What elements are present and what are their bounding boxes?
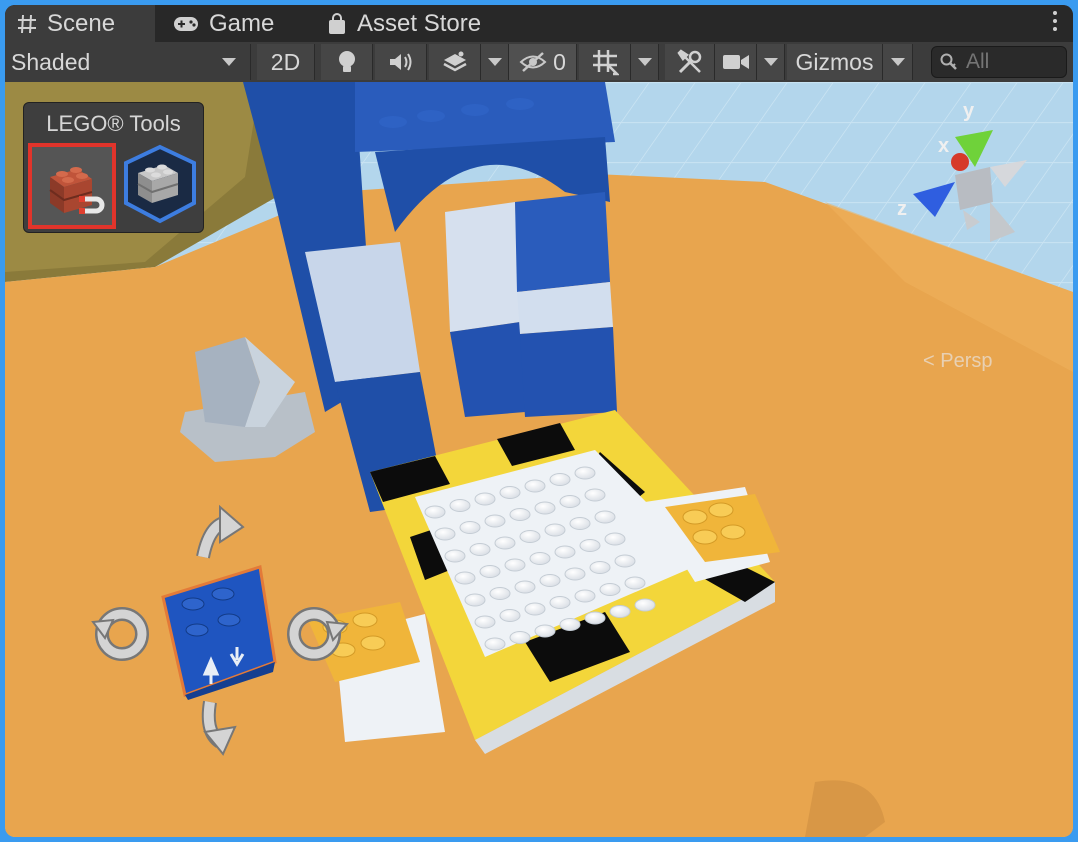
chevron-down-icon bbox=[222, 58, 236, 66]
more-options-icon[interactable] bbox=[1051, 11, 1059, 35]
chevron-down-icon bbox=[890, 58, 905, 66]
lightbulb-icon bbox=[338, 51, 355, 72]
axis-z-label: z bbox=[897, 198, 907, 220]
chevron-down-icon bbox=[487, 58, 502, 66]
eye-slash-icon bbox=[519, 52, 547, 72]
gizmos-toggle[interactable]: Gizmos bbox=[787, 44, 883, 80]
hash-icon bbox=[18, 14, 36, 33]
camera-settings-button[interactable] bbox=[715, 44, 757, 80]
axis-x-label: x bbox=[938, 135, 950, 157]
grid-dropdown[interactable] bbox=[631, 44, 659, 80]
brick-magnet-tool-button[interactable] bbox=[28, 143, 116, 229]
brick-group-icon bbox=[124, 144, 196, 224]
effects-toggle[interactable] bbox=[429, 44, 481, 80]
brick-group-tool-button[interactable] bbox=[120, 143, 208, 229]
projection-toggle[interactable]: < Persp bbox=[923, 350, 992, 373]
shopping-bag-icon bbox=[329, 12, 345, 34]
search-icon bbox=[940, 53, 957, 70]
tools-toggle[interactable] bbox=[665, 44, 715, 80]
speaker-icon bbox=[389, 53, 411, 71]
tab-asset-store[interactable]: Asset Store bbox=[315, 5, 515, 42]
draw-mode-dropdown[interactable]: Shaded bbox=[5, 44, 251, 80]
tab-game[interactable]: Game bbox=[161, 5, 301, 42]
lighting-toggle[interactable] bbox=[321, 44, 373, 80]
grid-toggle[interactable] bbox=[579, 44, 631, 80]
tab-game-label: Game bbox=[209, 9, 275, 37]
tab-bar: Scene Game Asset Store bbox=[5, 5, 1073, 43]
scene-toolbar: Shaded 2D 0 Gizmos bbox=[5, 42, 1073, 83]
wrench-screwdriver-icon bbox=[676, 49, 701, 74]
camera-dropdown[interactable] bbox=[757, 44, 785, 80]
hidden-count: 0 bbox=[553, 48, 566, 75]
toggle-2d-label: 2D bbox=[270, 48, 301, 75]
grid-snap-icon bbox=[592, 50, 619, 76]
gizmos-label: Gizmos bbox=[795, 48, 874, 75]
tab-asset-store-label: Asset Store bbox=[357, 9, 482, 37]
toggle-2d-button[interactable]: 2D bbox=[257, 44, 315, 80]
lego-tools-panel: LEGO® Tools bbox=[23, 102, 204, 233]
layers-icon bbox=[442, 51, 467, 72]
chevron-down-icon bbox=[763, 58, 778, 66]
scene-visibility-toggle[interactable]: 0 bbox=[509, 44, 577, 80]
scene-window: Scene Game Asset Store Shaded 2D 0 Gizmo… bbox=[5, 5, 1073, 837]
scene-search[interactable] bbox=[931, 46, 1067, 78]
brick-magnet-icon bbox=[49, 167, 105, 214]
search-input[interactable] bbox=[964, 49, 1058, 75]
lego-tools-title: LEGO® Tools bbox=[46, 111, 181, 136]
draw-mode-label: Shaded bbox=[11, 48, 91, 75]
chevron-down-icon bbox=[637, 58, 652, 66]
audio-toggle[interactable] bbox=[375, 44, 427, 80]
effects-dropdown[interactable] bbox=[481, 44, 509, 80]
axis-y-label: y bbox=[963, 100, 975, 122]
gamepad-icon bbox=[174, 16, 198, 31]
tab-scene-label: Scene bbox=[47, 9, 116, 37]
tab-scene[interactable]: Scene bbox=[5, 5, 155, 42]
gizmos-dropdown[interactable] bbox=[883, 44, 913, 80]
camera-icon bbox=[722, 55, 749, 69]
